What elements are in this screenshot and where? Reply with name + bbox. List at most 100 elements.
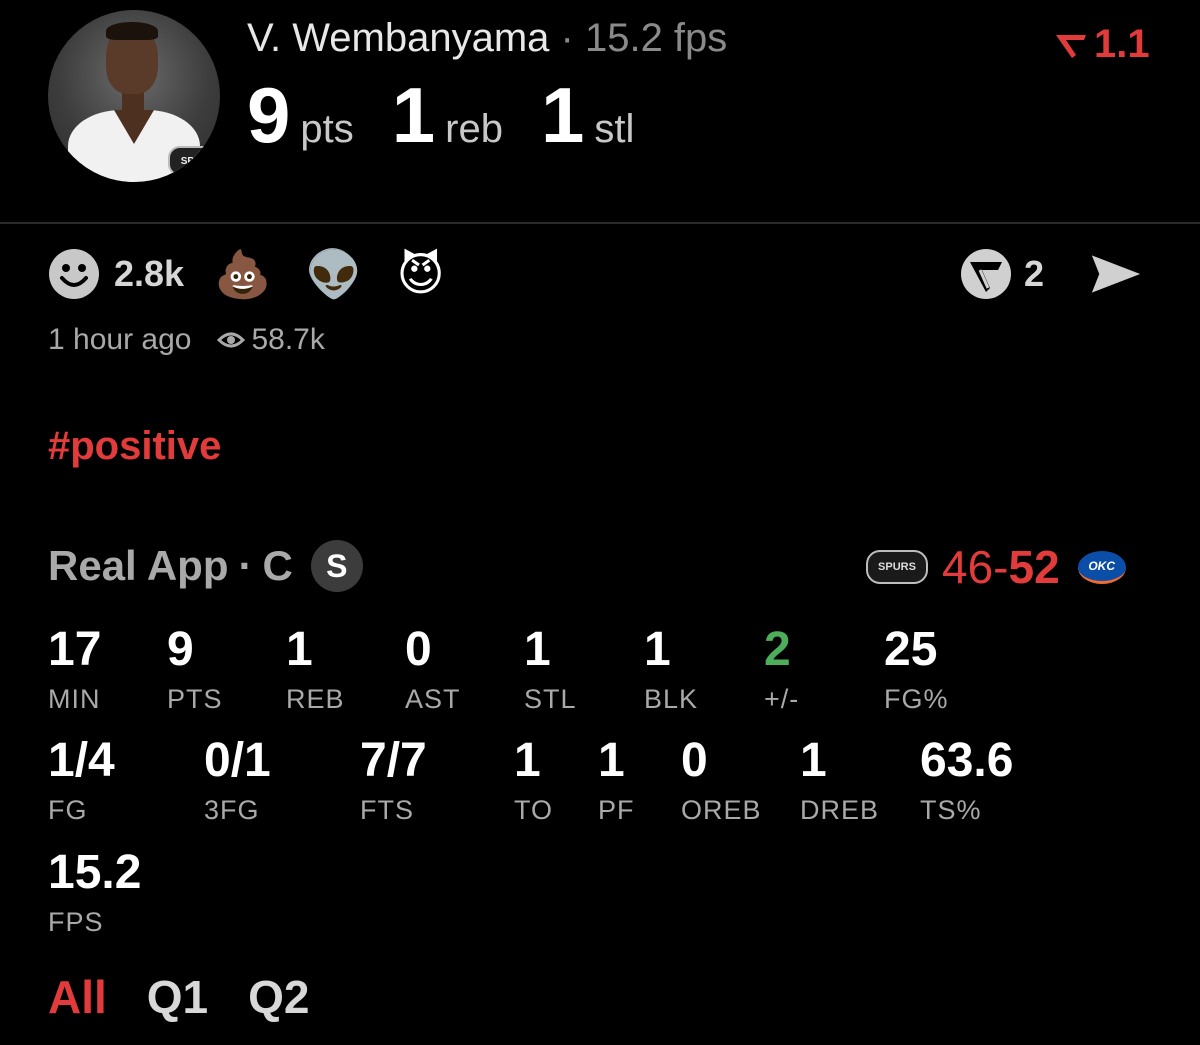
smiley-reaction-icon[interactable] [48, 248, 100, 300]
tab-q2[interactable]: Q2 [248, 970, 309, 1024]
stat-3fg: 0/1 3FG [204, 737, 271, 826]
stat-label: +/- [764, 684, 800, 714]
repost-count: 2 [1024, 253, 1045, 294]
score-right: 52 [1008, 541, 1060, 593]
eye-icon [217, 332, 246, 348]
stat-value: 1 [644, 623, 671, 676]
stat-label: OREB [681, 795, 762, 825]
stat-value: 1 [598, 734, 625, 787]
stat-value: 17 [48, 623, 102, 676]
stat-dreb: 1 DREB [800, 737, 879, 826]
score-left: 46 [942, 541, 994, 593]
stat-stl: 1 STL [524, 626, 577, 715]
tab-all[interactable]: All [48, 970, 107, 1024]
stat-pf: 1 PF [598, 737, 635, 826]
okc-logo-icon: OKC [1077, 550, 1126, 584]
source-label: Real App [48, 542, 229, 589]
player-avatar[interactable]: SPURS [48, 10, 220, 182]
stat-value: 0/1 [204, 734, 271, 787]
stat-value: 0 [405, 623, 432, 676]
stat-label: 3FG [204, 795, 260, 825]
headline-stats: 9 pts 1 reb 1 stl [247, 76, 672, 154]
stat-value: 25 [884, 623, 938, 676]
devil-emoji-icon[interactable]: 😈 [397, 251, 445, 297]
stat-value: 1 [286, 623, 313, 676]
spurs-logo-icon: SPURS [866, 550, 928, 584]
timestamp: 1 hour ago [48, 323, 192, 356]
alien-emoji-icon[interactable]: 👽 [305, 251, 362, 297]
stat-label: MIN [48, 684, 101, 714]
game-score[interactable]: SPURS 46 - 52 OKC [866, 540, 1126, 594]
stat-label: DREB [800, 795, 880, 825]
smiley-reaction-count: 2.8k [114, 253, 185, 294]
avatar-hair [106, 22, 158, 40]
stat-ts-pct: 63.6 TS% [920, 737, 1013, 826]
stat-min: 17 MIN [48, 626, 101, 715]
stat-fps: 15.2 FPS [48, 849, 141, 938]
v-logo-icon [1056, 34, 1086, 58]
stat-value: 9 [167, 623, 194, 676]
score-dash: - [993, 541, 1009, 593]
stat-label: FPS [48, 907, 104, 937]
headline-stl-label: stl [594, 107, 635, 151]
views: 58.7k [217, 323, 325, 357]
headline-pts-label: pts [300, 107, 354, 151]
repost-icon[interactable] [960, 248, 1012, 300]
headline-pts-value: 9 [247, 71, 291, 159]
reactions-bar: 2.8k 💩 👽 😈 [48, 248, 479, 300]
stat-ast: 0 AST [405, 626, 461, 715]
header-divider [0, 222, 1200, 224]
stat-label: FTS [360, 795, 414, 825]
player-name[interactable]: V. Wembanyama [247, 16, 549, 60]
stat-label: TS% [920, 795, 982, 825]
player-fps: 15.2 fps [584, 16, 728, 60]
send-icon[interactable] [1090, 248, 1142, 300]
stat-label: FG% [884, 684, 949, 714]
stat-value: 0 [681, 734, 708, 787]
stat-label: FG [48, 795, 88, 825]
game-line: Real App · C S [48, 540, 363, 592]
stat-label: BLK [644, 684, 699, 714]
stat-value: 1/4 [48, 734, 115, 787]
score: 46 - 52 [942, 540, 1060, 594]
hashtag[interactable]: #positive [48, 424, 221, 469]
headline-reb-label: reb [445, 107, 503, 151]
stat-fg-pct: 25 FG% [884, 626, 949, 715]
stat-value: 2 [764, 623, 791, 676]
name-separator: · [560, 16, 574, 60]
stat-value: 1 [514, 734, 541, 787]
stat-value: 15.2 [48, 846, 142, 899]
stat-value: 7/7 [360, 734, 427, 787]
stat-plus-minus: 2 +/- [764, 626, 799, 715]
stat-value: 1 [800, 734, 827, 787]
stat-fg: 1/4 FG [48, 737, 115, 826]
stat-pts: 9 PTS [167, 626, 223, 715]
stat-blk: 1 BLK [644, 626, 698, 715]
stat-label: TO [514, 795, 554, 825]
post-meta: 1 hour ago 58.7k [48, 323, 325, 357]
stat-to: 1 TO [514, 737, 553, 826]
stat-label: REB [286, 684, 345, 714]
stat-label: AST [405, 684, 461, 714]
stat-oreb: 0 OREB [681, 737, 762, 826]
stat-fts: 7/7 FTS [360, 737, 427, 826]
source-separator: · [238, 542, 253, 589]
stat-label: PF [598, 795, 635, 825]
headline-reb-value: 1 [391, 71, 436, 159]
position-label: C [262, 542, 293, 589]
poop-emoji-icon[interactable]: 💩 [214, 251, 271, 297]
period-tabs: All Q1 Q2 [48, 970, 350, 1024]
tab-q1[interactable]: Q1 [147, 970, 208, 1024]
stat-value: 63.6 [920, 734, 1014, 787]
stat-value: 1 [524, 623, 551, 676]
avatar-team-badge: SPURS [168, 146, 220, 176]
v-rating[interactable]: 1.1 [1054, 22, 1150, 67]
stat-label: PTS [167, 684, 223, 714]
v-rating-value: 1.1 [1094, 22, 1150, 66]
view-count: 58.7k [251, 323, 325, 356]
starter-badge: S [310, 540, 363, 592]
stat-reb: 1 REB [286, 626, 345, 715]
stat-label: STL [524, 684, 577, 714]
player-name-line: V. Wembanyama · 15.2 fps [247, 16, 727, 61]
headline-stl-value: 1 [540, 71, 585, 159]
